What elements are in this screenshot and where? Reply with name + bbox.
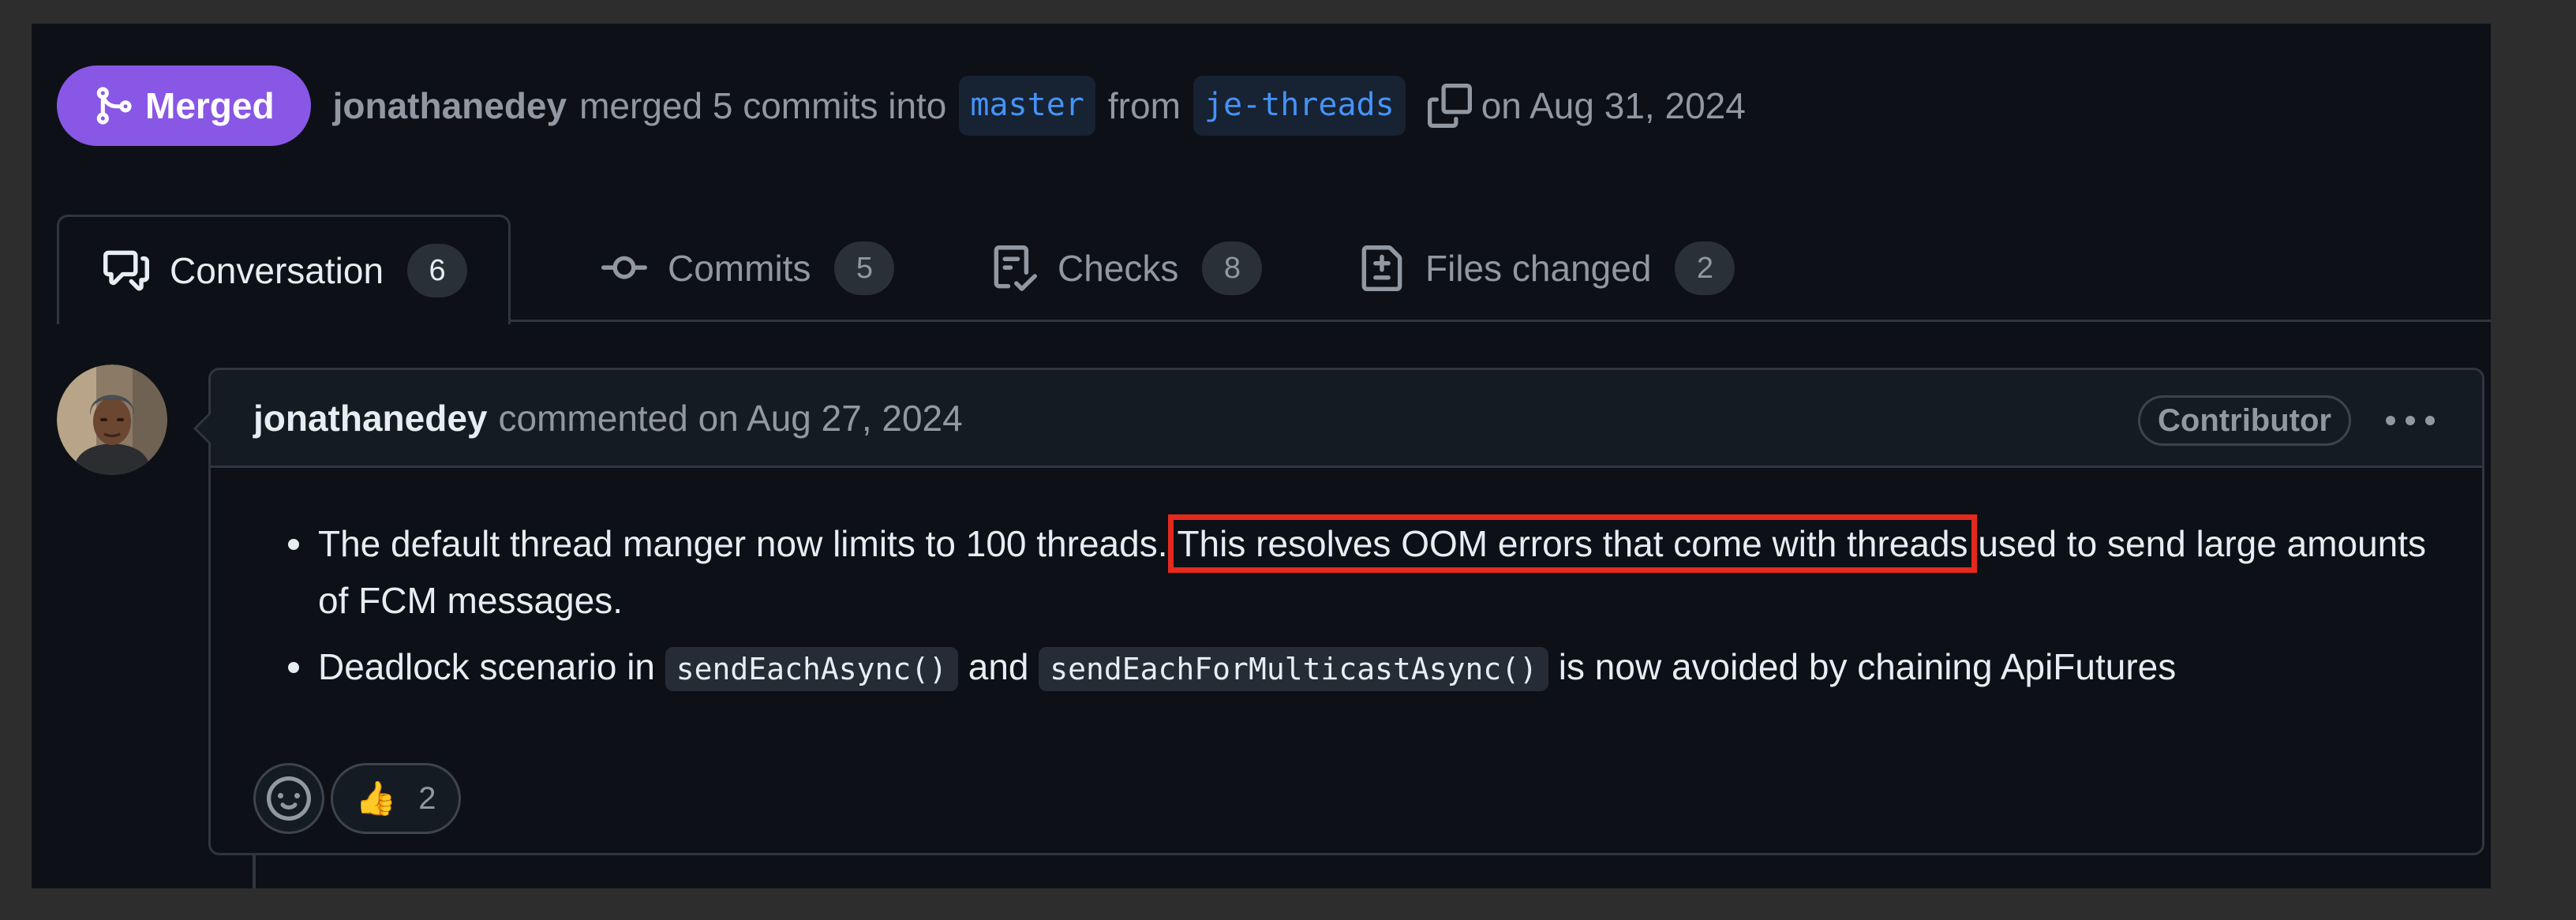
tab-commits[interactable]: Commits 5	[601, 215, 895, 322]
inline-code: sendEachAsync()	[665, 647, 958, 691]
kebab-menu-icon[interactable]	[2386, 398, 2435, 443]
copy-branch-button[interactable]	[1427, 84, 1472, 128]
dot	[2386, 416, 2395, 425]
head-branch-link[interactable]: je-threads	[1193, 76, 1406, 136]
tab-conversation-count: 6	[407, 244, 468, 297]
bullet2-text: Deadlock scenario in	[318, 646, 656, 687]
copy-icon	[1427, 84, 1472, 128]
contributor-badge: Contributor	[2138, 395, 2351, 446]
git-merge-icon	[96, 87, 132, 125]
merge-summary: jonathanedey merged 5 commits into maste…	[333, 76, 1746, 136]
reactions-bar: 👍 2	[253, 763, 461, 834]
comment-body: The default thread manger now limits to …	[258, 514, 2452, 707]
tab-files-changed-label: Files changed	[1425, 248, 1652, 289]
tab-checks-count: 8	[1202, 241, 1263, 295]
tab-conversation-label: Conversation	[170, 250, 384, 291]
bullet1-text: The default thread manger now limits to …	[318, 523, 1168, 564]
thumbs-up-reaction-button[interactable]: 👍 2	[331, 763, 461, 834]
and-text: and	[968, 646, 1029, 687]
comment-timestamp[interactable]: commented on Aug 27, 2024	[499, 397, 963, 439]
tab-checks[interactable]: Checks 8	[991, 215, 1263, 322]
base-branch-link[interactable]: master	[959, 76, 1095, 136]
tab-checks-label: Checks	[1058, 248, 1179, 289]
pull-request-page: Merged jonathanedey merged 5 commits int…	[32, 24, 2491, 888]
dot	[2425, 416, 2435, 425]
timeline-line	[253, 854, 256, 888]
add-reaction-button[interactable]	[253, 763, 324, 834]
from-text: from	[1107, 85, 1181, 126]
comment-caret-fill	[197, 413, 212, 443]
list-item: Deadlock scenario in sendEachAsync() and…	[258, 638, 2452, 697]
merge-author-link[interactable]: jonathanedey	[333, 84, 567, 127]
user-avatar-image	[57, 365, 167, 475]
tab-commits-label: Commits	[668, 248, 811, 289]
avatar[interactable]	[57, 365, 167, 475]
smiley-icon	[267, 776, 311, 821]
tab-files-changed[interactable]: Files changed 2	[1359, 215, 1735, 322]
highlighted-text: This resolves OOM errors that come with …	[1168, 514, 1977, 573]
comment-header: jonathanedey commented on Aug 27, 2024 C…	[211, 370, 2482, 468]
merged-state-badge: Merged	[57, 65, 311, 146]
merge-action-text: merged 5 commits into	[579, 85, 947, 126]
inline-code: sendEachForMulticastAsync()	[1039, 647, 1548, 691]
git-commit-icon	[601, 256, 647, 279]
tab-commits-count: 5	[834, 241, 895, 295]
tab-conversation[interactable]: Conversation 6	[57, 215, 511, 324]
reaction-count: 2	[418, 780, 436, 816]
comment-card: jonathanedey commented on Aug 27, 2024 C…	[193, 368, 2484, 855]
file-diff-icon	[1361, 245, 1402, 291]
pr-header: Merged jonathanedey merged 5 commits int…	[57, 65, 1746, 146]
pr-tabs: Conversation 6 Commits 5 Checks 8 Files …	[57, 215, 2491, 324]
merge-date: on Aug 31, 2024	[1481, 85, 1746, 126]
bullet2-continuation: is now avoided by chaining ApiFutures	[1558, 646, 2177, 687]
state-label: Merged	[145, 85, 275, 126]
dot	[2406, 416, 2415, 425]
comment-discussion-icon	[103, 250, 149, 291]
comment-author-link[interactable]: jonathanedey	[253, 397, 488, 439]
tab-files-changed-count: 2	[1675, 241, 1735, 295]
thumbs-up-icon: 👍	[355, 779, 397, 817]
checklist-icon	[994, 245, 1037, 291]
list-item: The default thread manger now limits to …	[258, 514, 2452, 629]
